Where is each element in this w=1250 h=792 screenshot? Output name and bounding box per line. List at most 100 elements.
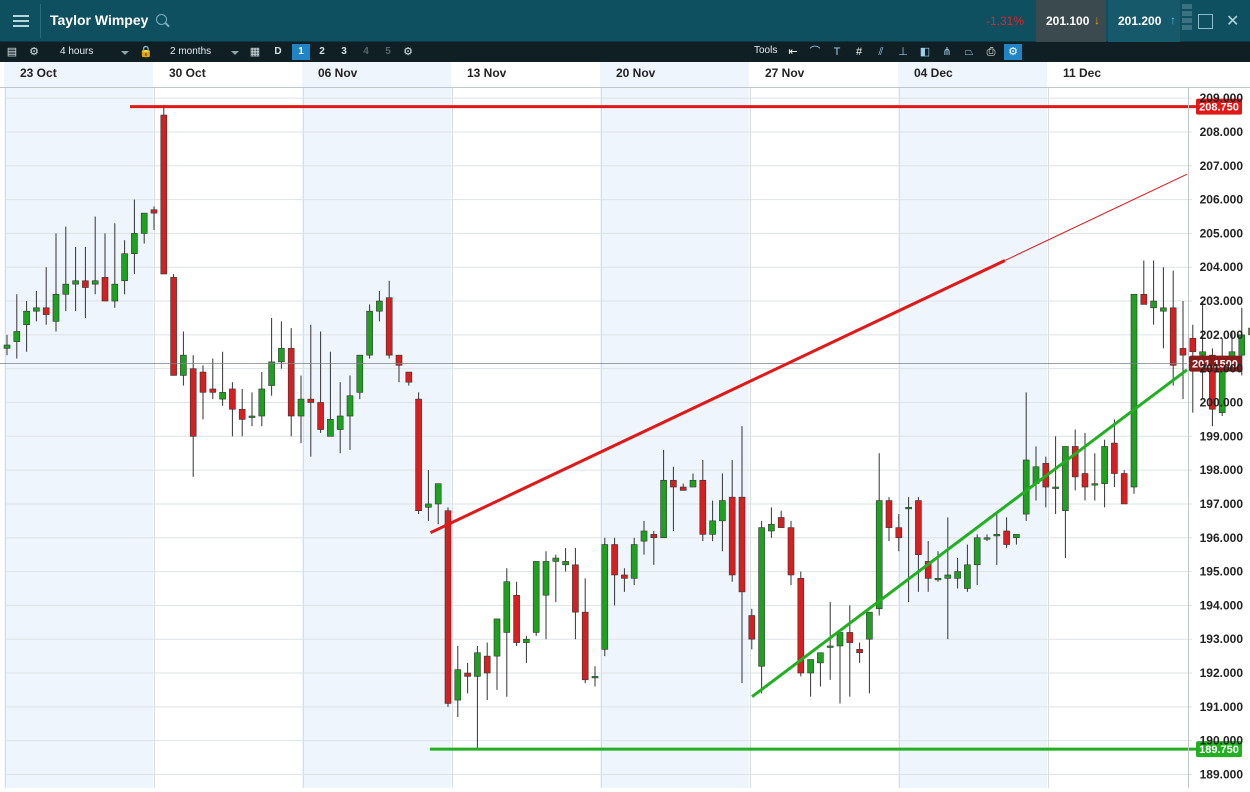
candle-body	[503, 581, 511, 633]
candle-body	[434, 483, 442, 505]
period-3[interactable]: 3	[335, 44, 353, 60]
period-4[interactable]: 4	[357, 44, 375, 60]
fib-tool-icon[interactable]: ⋔	[938, 44, 956, 60]
x-tick-label: 20 Nov	[616, 66, 656, 80]
range-select[interactable]: 2 months	[155, 44, 239, 60]
y-tick-label: 190.000	[1200, 734, 1244, 748]
interval-select[interactable]: 4 hours	[45, 44, 129, 60]
vertical-line-tool-icon[interactable]: ⊥	[894, 44, 912, 60]
period-1[interactable]: 1	[292, 44, 310, 60]
candle-body	[131, 233, 138, 255]
period-d[interactable]: D	[269, 44, 287, 60]
back-tool-icon[interactable]: ⇤	[784, 44, 802, 60]
candle-body	[189, 368, 197, 437]
candle-body	[1013, 534, 1020, 539]
candle-body	[640, 530, 648, 542]
candle-body	[905, 507, 912, 510]
candle-body	[170, 277, 177, 376]
y-tick-label: 191.000	[1200, 700, 1244, 714]
candle-body	[1022, 459, 1030, 515]
candle-body	[895, 527, 903, 539]
candle-body	[140, 212, 148, 234]
sell-button[interactable]: 201.100 ↓	[1036, 0, 1106, 42]
settings-icon[interactable]: ⚙	[400, 44, 416, 60]
print-icon[interactable]: ⎙	[982, 44, 1000, 60]
candle-body	[856, 649, 863, 654]
candle-body	[346, 395, 354, 417]
tag-tool-icon[interactable]: ⏢	[960, 44, 978, 60]
candle-body	[33, 307, 40, 312]
period-5[interactable]: 5	[379, 44, 397, 60]
candle-body	[91, 280, 99, 285]
gear-icon[interactable]: ⚙	[26, 44, 42, 60]
lock-icon[interactable]: 🔒	[138, 44, 154, 60]
candle-body	[72, 280, 79, 285]
candle-body	[219, 392, 226, 400]
shapes-tool-icon[interactable]: ◧	[916, 44, 934, 60]
candle-body	[1140, 293, 1148, 305]
candle-body	[532, 561, 540, 633]
candle-body	[728, 496, 736, 576]
candle-body	[13, 331, 21, 342]
instrument-title: Taylor Wimpey	[50, 12, 149, 28]
candle-body	[826, 645, 834, 648]
candle-body	[846, 632, 854, 643]
candle-body	[356, 354, 364, 393]
grid-tool-icon[interactable]: #	[850, 44, 868, 60]
candle-body	[866, 611, 873, 640]
depth-bars-icon	[1182, 4, 1192, 38]
curve-tool-icon[interactable]: ⌒	[806, 44, 824, 60]
candle-body	[82, 280, 89, 288]
candle-body	[542, 561, 550, 596]
candle-body	[1062, 446, 1069, 512]
candle-body	[1179, 348, 1187, 356]
x-tick-label: 30 Oct	[169, 66, 206, 80]
candle-body	[238, 408, 246, 420]
candle-body	[915, 500, 922, 555]
candle-body	[777, 517, 785, 528]
channel-tool-icon[interactable]: ⫽	[872, 44, 890, 60]
price-chart[interactable]: 208.750189.750201.1500 189.000190.000191…	[0, 62, 1250, 792]
text-tool-icon[interactable]: T	[828, 44, 846, 60]
candle-body	[52, 293, 60, 322]
layout-icon[interactable]: ▤	[4, 44, 20, 60]
bid-price: 201.100	[1046, 14, 1090, 28]
y-tick-label: 202.000	[1200, 328, 1244, 342]
detach-window-icon[interactable]	[1198, 14, 1213, 29]
x-tick-label: 23 Oct	[20, 66, 57, 80]
calendar-icon[interactable]: ▦	[247, 44, 263, 60]
y-tick-label: 192.000	[1200, 666, 1244, 680]
period-2[interactable]: 2	[313, 44, 331, 60]
candle-body	[376, 300, 383, 312]
menu-icon[interactable]	[6, 6, 36, 36]
y-tick-label: 207.000	[1200, 159, 1244, 173]
candle-body	[983, 537, 991, 540]
candle-body	[964, 564, 971, 589]
candle-body	[3, 344, 11, 349]
y-tick-label: 193.000	[1200, 632, 1244, 646]
candle-body	[758, 527, 765, 667]
close-icon[interactable]: ✕	[1226, 11, 1239, 31]
candle-body	[248, 415, 256, 418]
candle-body	[385, 297, 393, 356]
draw-settings-icon[interactable]: ⚙	[1004, 44, 1022, 60]
search-icon[interactable]	[156, 14, 167, 25]
candle-body	[650, 534, 658, 539]
candle-body	[836, 632, 844, 647]
y-tick-label: 197.000	[1200, 497, 1244, 511]
title-bar: Taylor Wimpey -1.31% 201.100 ↓ 201.200 ↑…	[0, 0, 1250, 42]
candle-body	[993, 534, 1001, 537]
week-band	[302, 88, 451, 788]
x-tick-label: 27 Nov	[765, 66, 805, 80]
candle-body	[875, 500, 883, 610]
candle-body	[327, 419, 334, 437]
week-band	[898, 88, 1047, 788]
candle-body	[807, 659, 814, 674]
buy-button[interactable]: 201.200 ↑	[1108, 0, 1180, 42]
candle-body	[621, 574, 628, 579]
candle-body	[336, 415, 344, 430]
candle-body	[454, 669, 462, 701]
candle-body	[660, 479, 667, 539]
candle-body	[493, 618, 501, 657]
candle-body	[1091, 483, 1099, 486]
